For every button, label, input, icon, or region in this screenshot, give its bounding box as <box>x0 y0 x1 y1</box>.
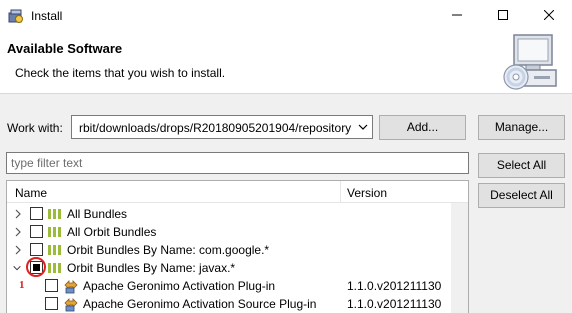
tree-header: Name Version <box>7 181 468 203</box>
close-button[interactable] <box>526 0 572 31</box>
checkbox[interactable] <box>30 225 43 238</box>
column-version-header[interactable]: Version <box>347 186 387 200</box>
software-tree[interactable]: Name Version All Bundles All Orbit Bundl… <box>6 180 469 313</box>
row-label: Orbit Bundles By Name: com.google.* <box>67 243 270 257</box>
checkbox[interactable] <box>45 279 58 292</box>
tree-row-all-bundles[interactable]: All Bundles <box>7 205 451 223</box>
maximize-icon <box>498 10 508 20</box>
tree-row-geronimo-activation[interactable]: Apache Geronimo Activation Plug-in 1.1.0… <box>7 277 451 295</box>
add-button[interactable]: Add... <box>379 115 466 140</box>
tree-row-all-orbit-bundles[interactable]: All Orbit Bundles <box>7 223 451 241</box>
annotation-number: 1 <box>19 279 25 291</box>
row-label: All Orbit Bundles <box>67 225 157 239</box>
row-version: 1.1.0.v201211130 <box>347 279 442 293</box>
chevron-right-icon[interactable] <box>13 226 23 238</box>
work-with-combo[interactable]: rbit/downloads/drops/R20180905201904/rep… <box>71 115 373 139</box>
column-divider[interactable] <box>340 181 341 203</box>
annotation-circle <box>26 257 46 277</box>
eclipse-install-icon <box>8 9 23 23</box>
page-message: Check the items that you wish to install… <box>15 66 226 80</box>
filter-placeholder: type filter text <box>11 156 83 170</box>
row-label: Apache Geronimo Activation Plug-in <box>83 279 276 293</box>
filter-input[interactable]: type filter text <box>6 152 469 174</box>
vertical-scrollbar[interactable] <box>451 203 468 313</box>
plugin-icon <box>64 280 78 294</box>
work-with-label: Work with: <box>7 121 63 135</box>
row-version: 1.1.0.v201211130 <box>347 297 442 311</box>
chevron-down-icon <box>358 124 368 130</box>
minimize-button[interactable] <box>434 0 480 31</box>
computer-cd-icon <box>503 34 557 90</box>
category-icon <box>48 245 61 255</box>
category-icon <box>48 209 61 219</box>
column-name-header[interactable]: Name <box>15 186 47 200</box>
page-title: Available Software <box>7 41 123 56</box>
close-icon <box>544 10 554 20</box>
checkbox[interactable] <box>30 207 43 220</box>
tree-row-com-google[interactable]: Orbit Bundles By Name: com.google.* <box>7 241 451 259</box>
checkbox[interactable] <box>30 243 43 256</box>
row-label: All Bundles <box>67 207 128 221</box>
checkbox[interactable] <box>45 297 58 310</box>
manage-button[interactable]: Manage... <box>478 115 565 140</box>
plugin-icon <box>64 298 78 312</box>
tree-row-javax[interactable]: Orbit Bundles By Name: javax.* <box>7 259 451 277</box>
category-icon <box>48 263 61 273</box>
row-label: Apache Geronimo Activation Source Plug-i… <box>83 297 317 311</box>
chevron-right-icon[interactable] <box>13 244 23 256</box>
tree-row-geronimo-activation-source[interactable]: Apache Geronimo Activation Source Plug-i… <box>7 295 451 313</box>
chevron-down-icon[interactable] <box>12 262 22 274</box>
window-title: Install <box>31 9 63 23</box>
row-label: Orbit Bundles By Name: javax.* <box>67 261 236 275</box>
maximize-button[interactable] <box>480 0 526 31</box>
work-with-value: rbit/downloads/drops/R20180905201904/rep… <box>79 121 352 135</box>
category-icon <box>48 227 61 237</box>
deselect-all-button[interactable]: Deselect All <box>478 183 565 208</box>
chevron-right-icon[interactable] <box>13 208 23 220</box>
select-all-button[interactable]: Select All <box>478 153 565 178</box>
header-banner: Available Software Check the items that … <box>0 31 572 94</box>
title-bar: Install <box>0 0 572 31</box>
minimize-icon <box>452 14 462 16</box>
